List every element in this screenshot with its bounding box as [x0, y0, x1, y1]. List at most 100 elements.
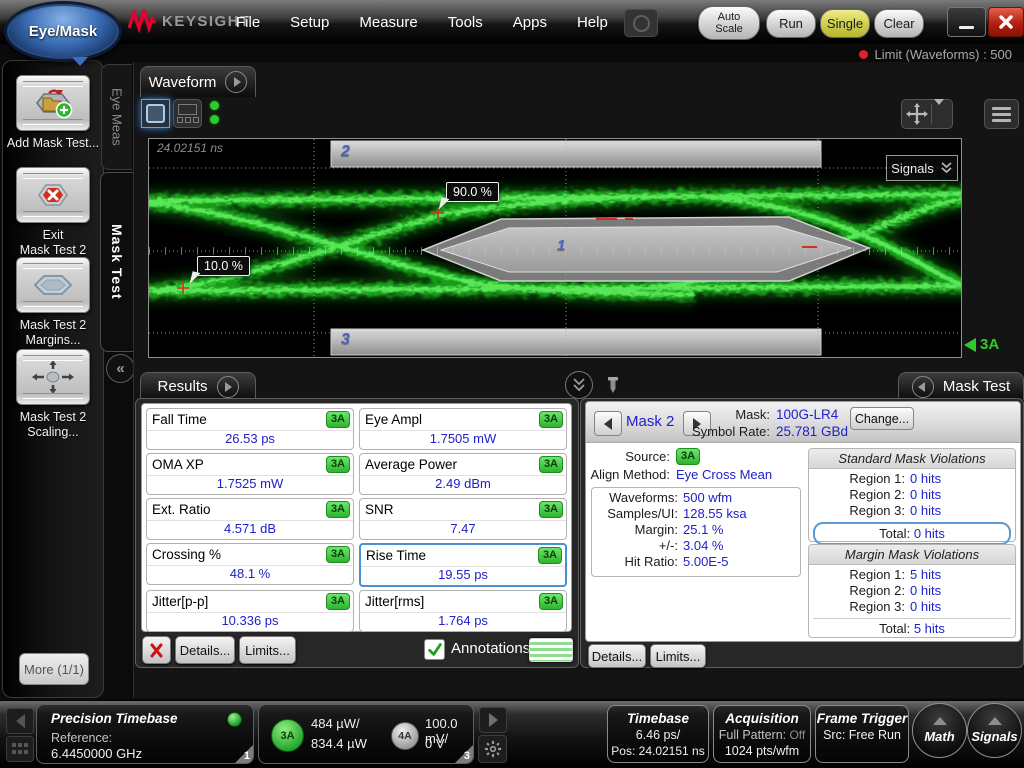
menu-measure[interactable]: Measure: [359, 14, 417, 31]
menu-file[interactable]: File: [236, 14, 260, 31]
eye-mask-app-logo[interactable]: Eye/Mask: [4, 1, 122, 62]
menu-help[interactable]: Help: [577, 14, 608, 31]
channel-3a-badge[interactable]: 3A: [271, 719, 304, 752]
add-mask-test-button[interactable]: [16, 75, 90, 131]
marker-10-percent[interactable]: 10.0 %: [189, 256, 250, 286]
channel-4a-badge[interactable]: 4A: [391, 722, 419, 750]
mask-scaling-button[interactable]: [16, 349, 90, 405]
measurement-card-crossing[interactable]: Crossing % 3A 48.1 %: [146, 543, 354, 585]
tab-mask-test-side[interactable]: Mask Test: [100, 172, 134, 352]
sidebar-item-exit-mask-test[interactable]: Exit Mask Test 2: [3, 167, 103, 258]
waveform-menu-button[interactable]: [984, 99, 1019, 129]
frame-trigger-source: Src: Free Run: [823, 728, 901, 742]
results-limits-button[interactable]: Limits...: [239, 636, 296, 664]
auto-scale-button[interactable]: Auto Scale: [698, 6, 760, 40]
exit-mask-test-button[interactable]: [16, 167, 90, 223]
measurement-card-jitter-pp[interactable]: Jitter[p-p] 3A 10.336 ps: [146, 590, 354, 632]
pan-dropdown[interactable]: [934, 99, 952, 123]
pan-zoom-button[interactable]: [901, 99, 953, 129]
grid-icon: [12, 743, 28, 754]
limit-status: Limit (Waveforms) : 500: [858, 47, 1012, 62]
measurement-card-rise-time[interactable]: Rise Time 3A 19.55 ps: [359, 543, 567, 587]
keysight-spark-icon: [128, 9, 156, 33]
stat-label: Hit Ratio:: [624, 554, 678, 569]
tab-mask-test-panel[interactable]: Mask Test: [898, 372, 1024, 400]
measurement-card-jitter-rms[interactable]: Jitter[rms] 3A 1.764 ps: [359, 590, 567, 632]
stat-value: 5.00E-5: [683, 554, 729, 569]
minimize-button[interactable]: [947, 7, 986, 37]
region-label: Region 3:: [849, 503, 905, 518]
sidebar-collapse-button[interactable]: «: [106, 354, 135, 383]
acquisition-panel[interactable]: Acquisition Full Pattern: Off 1024 pts/w…: [713, 705, 811, 763]
mask-source-badge[interactable]: 3A: [676, 448, 701, 465]
math-button[interactable]: Math: [912, 703, 967, 758]
channels-panel[interactable]: 3A 484 µW/ 834.4 µW 4A 100.0 mV/ 0 V 3: [258, 704, 474, 764]
change-mask-button[interactable]: Change...: [850, 407, 914, 430]
close-button[interactable]: [988, 7, 1024, 37]
menu-apps[interactable]: Apps: [513, 14, 547, 31]
minimize-icon: [959, 25, 974, 29]
pin-panel-button[interactable]: [602, 373, 624, 397]
region-label: Region 2:: [849, 583, 905, 598]
annotations-checkbox[interactable]: [424, 639, 445, 660]
tab-waveform[interactable]: Waveform: [140, 66, 256, 97]
sidebar-item-add-mask-test[interactable]: Add Mask Test...: [3, 75, 103, 151]
ridge: [23, 173, 83, 179]
sidebar: Add Mask Test... Exit Mask Test 2 Mask T…: [2, 60, 104, 698]
measurement-card-eye-ampl[interactable]: Eye Ampl 3A 1.7505 mW: [359, 408, 567, 450]
align-method-value[interactable]: Eye Cross Mean: [676, 467, 772, 482]
settings-button[interactable]: [478, 735, 507, 763]
results-details-button[interactable]: Details...: [175, 636, 235, 664]
tab-eye-meas[interactable]: Eye Meas: [101, 64, 132, 170]
ridge: [23, 211, 83, 217]
source-badge: 3A: [325, 456, 350, 473]
timebase-panel[interactable]: Timebase 6.46 ps/ Pos: 24.02151 ns: [607, 705, 709, 763]
color-grade-button[interactable]: [529, 638, 573, 662]
sidebar-item-label: Mask Test 2 Margins...: [19, 318, 87, 347]
play-circle-left-icon: [911, 375, 934, 398]
source-badge: 3A: [325, 501, 350, 518]
measurement-card-snr[interactable]: SNR 3A 7.47: [359, 498, 567, 540]
more-button[interactable]: More (1/1): [19, 653, 89, 685]
menu-setup[interactable]: Setup: [290, 14, 329, 31]
mask-limits-button[interactable]: Limits...: [650, 644, 706, 668]
measurement-card-average-power[interactable]: Average Power 3A 2.49 dBm: [359, 453, 567, 495]
acquisition-pattern: Full Pattern: Off: [718, 728, 806, 742]
panel-collapse-button[interactable]: [565, 371, 593, 399]
measurement-card-oma-xp[interactable]: OMA XP 3A 1.7525 mW: [146, 453, 354, 495]
signals-dropdown[interactable]: Signals: [886, 155, 958, 181]
mask-details-button[interactable]: Details...: [588, 644, 646, 668]
prev-mask-button[interactable]: [594, 411, 622, 436]
frame-trigger-title: Frame Trigger: [816, 711, 908, 726]
measurement-card-ext-ratio[interactable]: Ext. Ratio 3A 4.571 dB: [146, 498, 354, 540]
frame-trigger-panel[interactable]: Frame Trigger Src: Free Run: [815, 705, 909, 763]
delete-measurement-button[interactable]: [142, 636, 171, 664]
screenshot-camera-button[interactable]: [624, 9, 658, 37]
measurement-card-fall-time[interactable]: Fall Time 3A 26.53 ps: [146, 408, 354, 450]
scroll-right-button[interactable]: [479, 707, 507, 733]
mask-region-1-label: 1: [557, 237, 566, 254]
sidebar-item-mask-scaling[interactable]: Mask Test 2 Scaling...: [3, 349, 103, 440]
source-badge: 3A: [538, 411, 563, 428]
run-button[interactable]: Run: [766, 9, 816, 38]
triangle-right-icon: [488, 713, 498, 727]
mask-margins-button[interactable]: [16, 257, 90, 313]
pushpin-icon: [608, 377, 618, 393]
single-view-button[interactable]: [141, 99, 170, 128]
eye-diagram-display[interactable]: 24.02151 ns 2 1 3 90.0 % 10.0 % Signals: [148, 138, 962, 358]
signals-button[interactable]: Signals: [967, 703, 1022, 758]
clear-button[interactable]: Clear: [874, 9, 924, 38]
grid-view-button[interactable]: [173, 99, 202, 128]
menu-tools[interactable]: Tools: [448, 14, 483, 31]
measurement-value: 2.49 dBm: [360, 475, 566, 492]
single-button[interactable]: Single: [820, 9, 870, 38]
status-bar: Precision Timebase Reference: 6.4450000 …: [0, 700, 1024, 768]
panel-grid-button[interactable]: [6, 736, 34, 762]
precision-timebase-panel[interactable]: Precision Timebase Reference: 6.4450000 …: [36, 704, 254, 764]
marker-90-percent[interactable]: 90.0 %: [438, 182, 499, 212]
camera-icon: [632, 14, 650, 32]
stat-label: Samples/UI:: [607, 506, 678, 521]
scroll-left-button[interactable]: [6, 708, 34, 734]
sidebar-item-mask-margins[interactable]: Mask Test 2 Margins...: [3, 257, 103, 348]
tab-results[interactable]: Results: [140, 372, 256, 400]
